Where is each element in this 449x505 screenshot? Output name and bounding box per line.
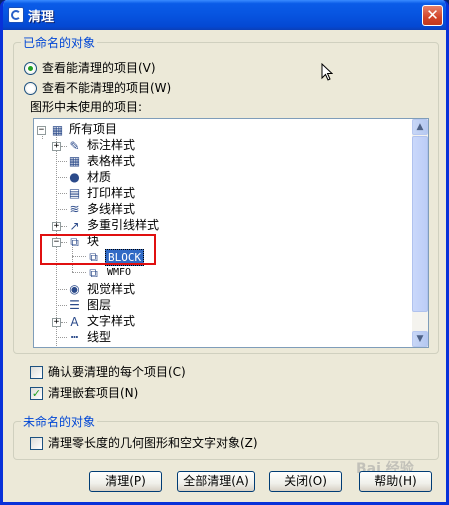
title-bar[interactable]: 清理 ✕ — [3, 0, 446, 30]
annotation-highlight-box — [40, 234, 156, 265]
purge-nested-checkbox[interactable]: ✓ — [30, 387, 43, 400]
text-style-icon: A — [70, 315, 79, 329]
purge-button[interactable]: 清理(P) — [89, 471, 162, 492]
confirm-each-checkbox[interactable] — [30, 366, 43, 379]
purge-nested-label: 清理嵌套项目(N) — [48, 386, 139, 400]
table-style-icon: ▦ — [68, 154, 81, 168]
tree-item-visual-styles[interactable]: 视觉样式 — [87, 282, 135, 297]
tree-item-text-styles[interactable]: 文字样式 — [87, 314, 135, 329]
window-title: 清理 — [28, 10, 55, 25]
expand-toggle-text-styles[interactable]: + — [52, 318, 61, 327]
mline-style-icon: ≋ — [69, 202, 80, 216]
view-purgeable-radio[interactable] — [24, 62, 37, 75]
tree-connector — [56, 337, 67, 338]
tree-item-table-styles[interactable]: 表格样式 — [87, 154, 135, 169]
tree-item-mleader-styles[interactable]: 多重引线样式 — [87, 218, 159, 233]
dimension-style-icon: ✎ — [69, 139, 80, 153]
purge-dialog: 清理 ✕ 已命名的对象 查看能清理的项目(V) 查看不能清理的项目(W) 图形中… — [0, 0, 449, 505]
view-nonpurgeable-radio[interactable] — [24, 82, 37, 95]
chevron-up-icon: ▲ — [416, 122, 424, 132]
tree-connector — [56, 209, 67, 210]
zero-length-label: 清理零长度的几何图形和空文字对象(Z) — [48, 436, 258, 450]
tree-connector — [56, 193, 67, 194]
all-items-icon: ▦ — [51, 123, 64, 137]
chevron-down-icon: ▼ — [416, 334, 424, 344]
tree-item-plot-styles[interactable]: 打印样式 — [87, 186, 135, 201]
tree-item-dimension-styles[interactable]: 标注样式 — [87, 138, 135, 153]
scroll-up-button[interactable]: ▲ — [412, 119, 428, 135]
linetype-icon: ┅ — [70, 330, 79, 344]
tree-item-linetypes[interactable]: 线型 — [87, 330, 111, 345]
tree-item-materials[interactable]: 材质 — [87, 170, 111, 185]
help-button[interactable]: 帮助(H) — [359, 471, 432, 492]
tree-connector — [56, 289, 67, 290]
confirm-each-label: 确认要清理的每个项目(C) — [48, 365, 186, 379]
tree-connector — [56, 161, 67, 162]
tree-scrollbar[interactable]: ▲ ▼ — [412, 119, 428, 347]
unused-items-label: 图形中未使用的项目: — [30, 100, 143, 114]
tree-item-mline-styles[interactable]: 多线样式 — [87, 202, 135, 217]
expand-toggle-mleader-styles[interactable]: + — [52, 222, 61, 231]
tree-connector — [72, 272, 86, 273]
layer-icon: ☰ — [69, 298, 80, 312]
tree-connector — [56, 305, 67, 306]
unnamed-objects-legend: 未命名的对象 — [21, 415, 98, 429]
close-icon: ✕ — [426, 6, 439, 24]
view-purgeable-label: 查看能清理的项目(V) — [42, 61, 156, 75]
tree-connector — [56, 177, 67, 178]
items-tree-view[interactable]: − ▦ 所有项目 + ✎ 标注样式 ▦ 表格样式 ● 材质 ▤ 打印样式 ≋ 多… — [33, 118, 429, 348]
view-nonpurgeable-label: 查看不能清理的项目(W) — [42, 81, 172, 95]
plot-style-icon: ▤ — [68, 186, 81, 200]
purge-all-button[interactable]: 全部清理(A) — [177, 471, 255, 492]
named-objects-legend: 已命名的对象 — [21, 36, 98, 50]
tree-root-label[interactable]: 所有项目 — [69, 122, 117, 137]
material-icon: ● — [69, 170, 80, 184]
close-button[interactable]: 关闭(O) — [269, 471, 342, 492]
mleader-style-icon: ↗ — [69, 219, 80, 233]
root-collapse-toggle[interactable]: − — [37, 126, 46, 135]
app-icon — [8, 7, 24, 23]
tree-item-wmfo[interactable]: WMFO — [107, 265, 131, 280]
close-window-button[interactable]: ✕ — [422, 5, 443, 26]
scroll-down-button[interactable]: ▼ — [412, 331, 428, 347]
expand-toggle-dimension-styles[interactable]: + — [52, 142, 61, 151]
tree-item-layers[interactable]: 图层 — [87, 298, 111, 313]
mouse-cursor-icon — [321, 63, 333, 81]
zero-length-checkbox[interactable] — [30, 437, 43, 450]
visual-style-icon: ◉ — [69, 282, 80, 296]
scroll-thumb[interactable] — [412, 136, 428, 312]
block-icon: ⧉ — [89, 266, 98, 280]
